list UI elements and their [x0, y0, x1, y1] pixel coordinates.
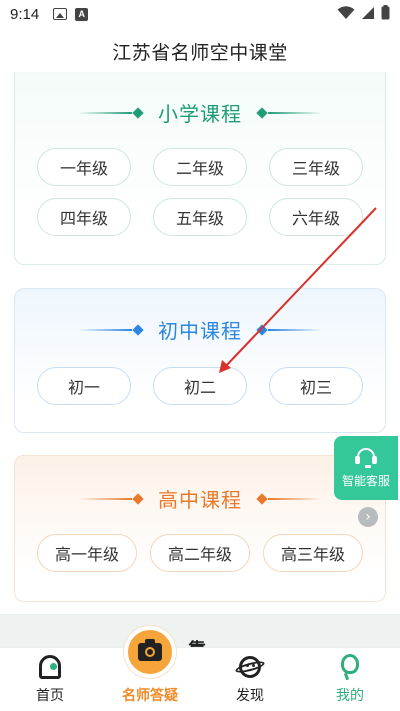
- smart-service-label: 智能客服: [341, 473, 390, 488]
- grade-junior-2-button[interactable]: 初二: [153, 367, 247, 405]
- primary-card-header: 小学课程: [15, 98, 385, 127]
- decor-line: [268, 328, 322, 331]
- primary-school-card: 小学课程 一年级 二年级 三年级 四年级 五年级 六年级: [14, 72, 386, 265]
- status-system-icons: [337, 5, 390, 20]
- middle-card-title: 初中课程: [158, 319, 242, 343]
- camera-icon: [124, 626, 176, 678]
- status-bar: 9:14 A: [0, 0, 400, 28]
- planet-icon: [234, 653, 266, 681]
- diamond-icon: [132, 106, 144, 119]
- nav-home-label: 首页: [36, 688, 64, 704]
- diamond-icon: [256, 106, 268, 119]
- nav-mine-label: 我的: [336, 688, 364, 704]
- high-card-header: 高中课程: [15, 484, 385, 513]
- nav-discover-label: 发现: [236, 688, 264, 704]
- diamond-icon: [132, 323, 144, 336]
- decor-line: [78, 497, 132, 500]
- nav-discover[interactable]: 发现: [200, 648, 300, 711]
- grade-5-button[interactable]: 五年级: [153, 198, 247, 236]
- decor-line: [78, 328, 132, 331]
- status-time: 9:14: [10, 5, 40, 23]
- decor-line: [268, 497, 322, 500]
- grade-junior-1-button[interactable]: 初一: [37, 367, 131, 405]
- cellular-signal-icon: [362, 6, 374, 19]
- app-notification-icon: A: [75, 7, 89, 21]
- middle-grade-grid: 初一 初二 初三: [37, 367, 363, 405]
- app-header: 江苏省名师空中课堂: [0, 28, 400, 74]
- chevron-right-icon[interactable]: ›: [358, 507, 378, 527]
- grade-4-button[interactable]: 四年级: [37, 198, 131, 236]
- grade-senior-2-button[interactable]: 高二年级: [150, 534, 250, 572]
- page-title: 江苏省名师空中课堂: [112, 41, 288, 64]
- grade-6-button[interactable]: 六年级: [269, 198, 363, 236]
- wifi-icon: [337, 5, 355, 19]
- middle-school-card: 初中课程 初一 初二 初三: [14, 288, 386, 433]
- grade-senior-3-button[interactable]: 高三年级: [263, 534, 363, 572]
- battery-icon: [381, 5, 390, 20]
- nav-home[interactable]: 首页: [0, 648, 100, 711]
- primary-grade-grid: 一年级 二年级 三年级 四年级 五年级 六年级: [37, 148, 363, 236]
- home-icon: [36, 653, 64, 681]
- grade-senior-1-button[interactable]: 高一年级: [37, 534, 137, 572]
- primary-card-title: 小学课程: [158, 102, 242, 126]
- smart-service-button[interactable]: 智能客服: [334, 436, 398, 500]
- profile-icon: [336, 653, 364, 681]
- diamond-icon: [256, 323, 268, 336]
- diamond-icon: [132, 492, 144, 505]
- decor-line: [78, 111, 132, 114]
- grade-2-button[interactable]: 二年级: [153, 148, 247, 186]
- grade-3-button[interactable]: 三年级: [269, 148, 363, 186]
- diamond-icon: [256, 492, 268, 505]
- nav-teacher-qa-label: 名师答疑: [122, 688, 178, 704]
- nav-teacher-qa[interactable]: 名师答疑: [100, 626, 200, 711]
- status-notifications: A: [53, 7, 89, 21]
- grade-1-button[interactable]: 一年级: [37, 148, 131, 186]
- bottom-nav: 首页 名师答疑 发现 我的: [0, 626, 400, 711]
- nav-mine[interactable]: 我的: [300, 648, 400, 711]
- middle-card-header: 初中课程: [15, 315, 385, 344]
- image-notification-icon: [53, 8, 68, 20]
- high-school-card: 高中课程 高一年级 高二年级 高三年级: [14, 455, 386, 602]
- high-card-title: 高中课程: [158, 488, 242, 512]
- decor-line: [268, 111, 322, 114]
- high-grade-grid: 高一年级 高二年级 高三年级: [37, 534, 363, 572]
- grade-junior-3-button[interactable]: 初三: [269, 367, 363, 405]
- headset-icon: [355, 447, 377, 468]
